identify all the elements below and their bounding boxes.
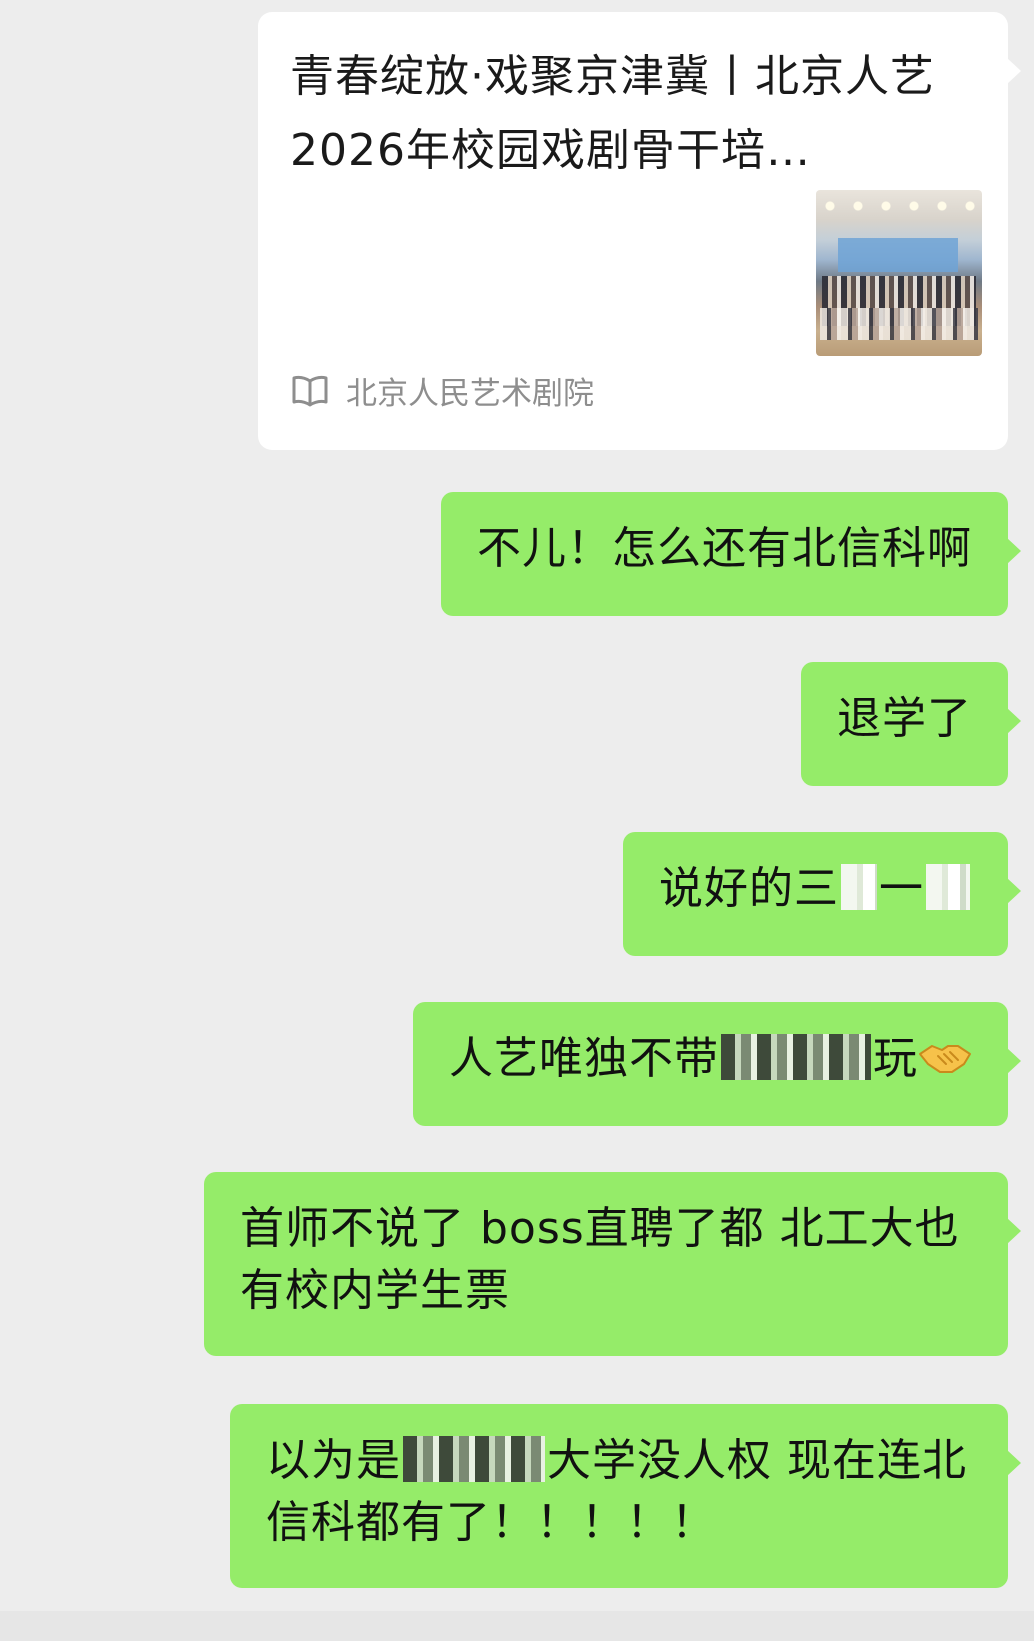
input-area-edge: [0, 1611, 1034, 1641]
message-text: 首师不说了 boss直聘了都 北工大也有校内学生票: [240, 1203, 960, 1316]
handshake-emoji: [919, 1045, 971, 1073]
message-text: 人艺唯独不带: [449, 1033, 719, 1084]
message-text: 不儿！怎么还有北信科啊: [477, 523, 972, 574]
message-text: 退学了: [837, 693, 972, 744]
message-text: 玩: [873, 1033, 918, 1084]
chat-bubble[interactable]: 不儿！怎么还有北信科啊: [441, 492, 1021, 616]
redacted-mosaic: [926, 864, 970, 910]
article-source-name: 北京人民艺术剧院: [346, 375, 594, 412]
chat-bubble[interactable]: 说好的三一: [623, 832, 1021, 956]
article-source: 北京人民艺术剧院: [290, 368, 594, 412]
book-open-icon: [292, 375, 328, 407]
redacted-mosaic: [721, 1034, 871, 1080]
article-thumbnail: [816, 190, 982, 356]
redacted-mosaic: [403, 1436, 545, 1482]
chat-bubble[interactable]: 退学了: [801, 662, 1021, 786]
message-text: 说好的三: [659, 863, 839, 914]
chat-bubble[interactable]: 人艺唯独不带 玩: [413, 1002, 1021, 1126]
chat-bubble[interactable]: 首师不说了 boss直聘了都 北工大也有校内学生票: [204, 1172, 1021, 1356]
redacted-mosaic: [841, 864, 877, 910]
article-title: 青春绽放·戏聚京津冀丨北京人艺2026年校园戏剧骨干培…: [290, 51, 935, 176]
shared-article-card[interactable]: 青春绽放·戏聚京津冀丨北京人艺2026年校园戏剧骨干培… 北京人民艺术剧院: [258, 12, 1021, 450]
message-text: 一: [879, 863, 924, 914]
message-text: 以为是: [266, 1435, 401, 1486]
chat-bubble[interactable]: 以为是 大学没人权 现在连北信科都有了！！！！！: [230, 1404, 1021, 1588]
